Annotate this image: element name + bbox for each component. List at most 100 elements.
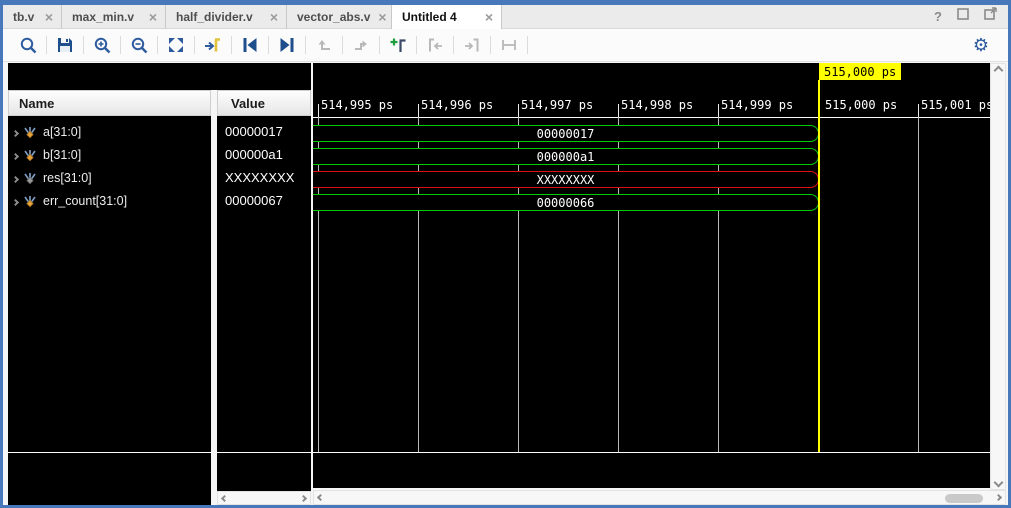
toolbar-separator — [527, 36, 528, 54]
save-icon[interactable] — [52, 32, 78, 58]
scrollbar-thumb[interactable] — [945, 494, 983, 503]
value-column-header[interactable]: Value — [217, 90, 311, 116]
time-cursor-line[interactable] — [818, 80, 820, 452]
time-tick-label: 514,995 ps — [321, 98, 393, 112]
bus-signal-icon — [23, 125, 37, 139]
wave-bus-value: 00000066 — [537, 196, 595, 210]
gridline — [618, 117, 619, 452]
name-column-header[interactable]: Name — [8, 90, 211, 116]
zoom-fit-icon[interactable] — [163, 32, 189, 58]
time-tick-label: 515,000 ps — [825, 98, 897, 112]
wave-bus-value: 00000017 — [537, 127, 595, 141]
waveform-canvas[interactable]: 514,995 ps 514,996 ps 514,997 ps 514,998… — [313, 63, 990, 488]
tab-label: Untitled 4 — [402, 10, 457, 24]
signal-row-err-count[interactable]: err_count[31:0] — [8, 189, 211, 212]
bus-signal-icon — [23, 148, 37, 162]
signal-name: b[31:0] — [43, 148, 81, 162]
expand-chevron-icon[interactable] — [13, 194, 18, 208]
toolbar-separator — [194, 36, 195, 54]
expand-chevron-icon[interactable] — [13, 148, 18, 162]
next-transition-icon[interactable] — [274, 32, 300, 58]
value-horizontal-scrollbar[interactable] — [217, 491, 311, 505]
gridline — [318, 117, 319, 452]
next-marker-disabled-icon[interactable] — [459, 32, 485, 58]
wave-bus-a: 00000017 — [313, 125, 819, 142]
bus-signal-icon — [23, 194, 37, 208]
settings-gear-icon[interactable]: ⚙ — [968, 32, 994, 58]
wave-bottom-line — [313, 452, 990, 453]
toolbar-separator — [379, 36, 380, 54]
zoom-in-icon[interactable] — [89, 32, 115, 58]
zoom-out-icon[interactable] — [126, 32, 152, 58]
add-marker-icon[interactable] — [385, 32, 411, 58]
panel-divider-line — [217, 452, 311, 453]
tab-untitled-4[interactable]: Untitled 4 × — [392, 5, 502, 29]
scroll-down-icon[interactable] — [993, 478, 1003, 488]
signal-name-panel[interactable]: a[31:0] b[31:0] res[31:0] err_count[31:0… — [8, 116, 211, 505]
gridline — [918, 117, 919, 452]
close-icon[interactable]: × — [45, 10, 53, 24]
scroll-right-icon[interactable] — [300, 494, 307, 501]
time-tick-mark — [618, 104, 619, 117]
signal-name: res[31:0] — [43, 171, 92, 185]
signal-value: 00000017 — [225, 124, 283, 139]
window-controls: ? — [934, 7, 997, 25]
scroll-left-icon[interactable] — [317, 494, 324, 501]
signal-name: err_count[31:0] — [43, 194, 127, 208]
tab-vector-abs-v[interactable]: vector_abs.v × — [287, 5, 392, 29]
signal-row-a[interactable]: a[31:0] — [8, 120, 211, 143]
scroll-left-icon[interactable] — [221, 494, 228, 501]
search-icon[interactable] — [15, 32, 41, 58]
toolbar-separator — [268, 36, 269, 54]
value-header-label: Value — [231, 96, 265, 111]
wave-bus-b: 000000a1 — [313, 148, 819, 165]
tab-tb-v[interactable]: tb.v × — [3, 5, 62, 29]
wave-bus-res: XXXXXXXX — [313, 171, 819, 188]
float-icon[interactable] — [984, 7, 997, 25]
expand-chevron-icon[interactable] — [13, 125, 18, 139]
tab-label: max_min.v — [72, 10, 134, 24]
bus-signal-icon — [23, 171, 37, 185]
signal-value-panel[interactable]: 00000017 000000a1 XXXXXXXX 00000067 — [217, 116, 311, 491]
value-row: XXXXXXXX — [217, 166, 311, 189]
value-row: 00000017 — [217, 120, 311, 143]
tab-max-min-v[interactable]: max_min.v × — [62, 5, 166, 29]
tab-bar: tb.v × max_min.v × half_divider.v × vect… — [3, 5, 1008, 29]
wave-bus-value: 000000a1 — [537, 150, 595, 164]
maximize-icon[interactable] — [957, 7, 969, 25]
close-icon[interactable]: × — [485, 10, 493, 24]
time-tick-label: 515,001 ps — [921, 98, 993, 112]
gridline — [518, 117, 519, 452]
cursor-time-text: 515,000 ps — [824, 65, 896, 79]
go-to-cursor-icon[interactable] — [200, 32, 226, 58]
window-border — [0, 0, 1011, 5]
close-icon[interactable]: × — [378, 10, 386, 24]
toolbar-separator — [305, 36, 306, 54]
wave-vertical-scrollbar[interactable] — [990, 63, 1006, 490]
previous-marker-disabled-icon[interactable] — [422, 32, 448, 58]
toolbar-separator — [120, 36, 121, 54]
toolbar-separator — [342, 36, 343, 54]
scroll-right-icon[interactable] — [995, 494, 1002, 501]
panel-top-band — [8, 63, 311, 90]
signal-row-b[interactable]: b[31:0] — [8, 143, 211, 166]
tab-label: tb.v — [13, 10, 34, 24]
scroll-up-icon[interactable] — [993, 66, 1003, 76]
expand-chevron-icon[interactable] — [13, 171, 18, 185]
close-icon[interactable]: × — [270, 10, 278, 24]
toolbar-separator — [83, 36, 84, 54]
signal-row-res[interactable]: res[31:0] — [8, 166, 211, 189]
name-panel-footer — [8, 453, 211, 505]
time-cursor-label[interactable]: 515,000 ps — [819, 63, 901, 80]
move-down-disabled-icon[interactable] — [348, 32, 374, 58]
close-icon[interactable]: × — [149, 10, 157, 24]
previous-transition-icon[interactable] — [237, 32, 263, 58]
tab-half-divider-v[interactable]: half_divider.v × — [166, 5, 287, 29]
wave-horizontal-scrollbar[interactable] — [313, 490, 1006, 505]
gridline — [718, 117, 719, 452]
markers-span-disabled-icon[interactable] — [496, 32, 522, 58]
help-icon[interactable]: ? — [934, 9, 942, 24]
name-header-label: Name — [19, 96, 54, 111]
move-up-disabled-icon[interactable] — [311, 32, 337, 58]
toolbar-separator — [157, 36, 158, 54]
